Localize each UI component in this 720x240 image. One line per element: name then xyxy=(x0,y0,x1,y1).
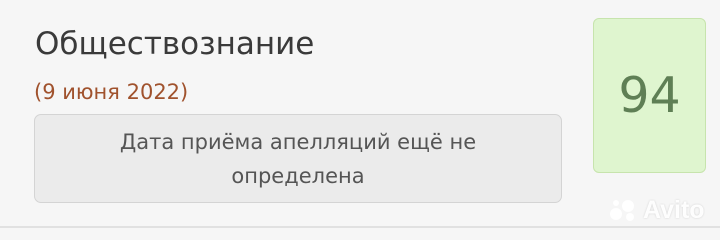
subject-title: Обществознание xyxy=(35,26,315,62)
score-box: 94 xyxy=(593,18,706,173)
divider xyxy=(0,226,720,228)
appeal-status-box: Дата приёма апелляций ещё не определена xyxy=(34,114,562,203)
appeal-status-text: Дата приёма апелляций ещё не определена xyxy=(119,129,477,188)
avito-brand-text: Avito xyxy=(643,195,705,224)
exam-result-card: Обществознание (9 июня 2022) Дата приёма… xyxy=(0,0,720,228)
avito-logo-icon xyxy=(608,198,638,222)
avito-watermark: Avito xyxy=(608,196,712,224)
score-value: 94 xyxy=(618,67,681,124)
exam-date: (9 июня 2022) xyxy=(34,80,189,104)
